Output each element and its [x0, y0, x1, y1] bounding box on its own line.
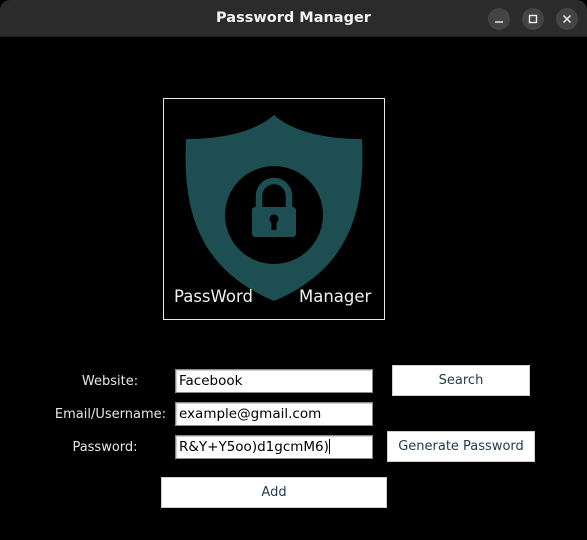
close-icon: [562, 14, 572, 24]
password-value: R&Y+Y5oo)d1gcmM6): [179, 439, 329, 455]
website-label: Website:: [81, 374, 139, 389]
close-button[interactable]: [556, 8, 578, 30]
logo-text-left: PassWord: [174, 287, 253, 306]
logo-image: PassWord Manager: [163, 98, 385, 320]
email-label: Email/Username:: [54, 407, 166, 422]
logo-text-right: Manager: [299, 287, 372, 306]
app-window: Password Manager PassWord Manager Websit…: [0, 0, 587, 540]
search-button[interactable]: Search: [392, 365, 530, 396]
text-cursor: [328, 439, 330, 454]
add-button[interactable]: Add: [161, 477, 387, 508]
maximize-icon: [528, 14, 538, 24]
shield-lock-icon: [185, 115, 363, 301]
maximize-button[interactable]: [522, 8, 544, 30]
email-input[interactable]: example@gmail.com: [175, 402, 373, 426]
generate-password-button[interactable]: Generate Password: [387, 431, 535, 462]
minimize-button[interactable]: [488, 8, 510, 30]
minimize-icon: [495, 21, 503, 23]
title-bar[interactable]: Password Manager: [0, 0, 587, 37]
password-input[interactable]: R&Y+Y5oo)d1gcmM6): [175, 435, 373, 459]
password-label: Password:: [72, 440, 138, 455]
website-input[interactable]: Facebook: [175, 369, 373, 393]
